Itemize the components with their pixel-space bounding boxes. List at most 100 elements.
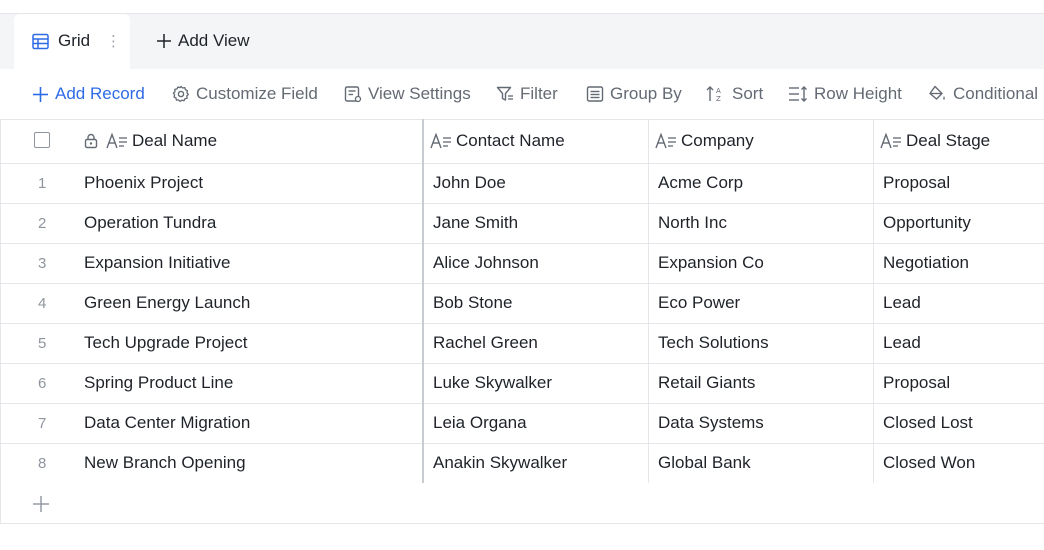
add-row-button[interactable] — [30, 493, 52, 515]
cell-deal-stage[interactable]: Closed Won — [883, 443, 975, 483]
grid-page: Grid ⋮ Add View Add Record Customize Fie — [0, 0, 1044, 550]
cell-contact-name[interactable]: Rachel Green — [433, 323, 538, 363]
column-header-label: Deal Name — [132, 131, 218, 150]
lock-icon — [84, 133, 98, 149]
cell-deal-stage[interactable]: Proposal — [883, 163, 950, 203]
cell-company[interactable]: Global Bank — [658, 443, 751, 483]
cell-deal-stage[interactable]: Proposal — [883, 363, 950, 403]
cell-contact-name[interactable]: Bob Stone — [433, 283, 512, 323]
tab-grid-view[interactable]: Grid ⋮ — [14, 14, 130, 69]
toolbar: Add Record Customize Field View Settings — [0, 69, 1044, 119]
row-divider — [0, 243, 1044, 244]
cell-company[interactable]: Data Systems — [658, 403, 764, 443]
row-number: 4 — [0, 283, 84, 323]
more-vertical-icon[interactable]: ⋮ — [106, 32, 121, 50]
row-height-icon — [789, 86, 807, 102]
cell-deal-name[interactable]: Expansion Initiative — [84, 243, 230, 283]
column-header-label: Deal Stage — [906, 131, 991, 150]
cell-company[interactable]: Tech Solutions — [658, 323, 769, 363]
cell-contact-name[interactable]: Jane Smith — [433, 203, 518, 243]
row-number-label: 7 — [38, 414, 47, 432]
plus-icon — [33, 86, 48, 102]
cell-company[interactable]: Retail Giants — [658, 363, 755, 403]
group-by-button[interactable]: Group By — [586, 83, 682, 105]
row-height-button[interactable]: Row Height — [788, 83, 902, 105]
text-field-icon — [655, 133, 676, 149]
sort-button[interactable]: A Z Sort — [706, 83, 763, 105]
row-divider — [0, 403, 1044, 404]
column-header-deal-stage[interactable]: Deal Stage — [880, 119, 990, 163]
row-number-label: 4 — [38, 294, 47, 312]
filter-button[interactable]: Filter — [496, 83, 558, 105]
cell-deal-name[interactable]: Data Center Migration — [84, 403, 250, 443]
plus-icon — [157, 34, 171, 48]
cell-deal-stage[interactable]: Negotiation — [883, 243, 969, 283]
grid-left-border — [0, 119, 1, 523]
cell-company[interactable]: Expansion Co — [658, 243, 764, 283]
cell-contact-name[interactable]: Luke Skywalker — [433, 363, 552, 403]
group-by-icon — [586, 86, 604, 102]
cell-company[interactable]: Eco Power — [658, 283, 740, 323]
view-settings-button[interactable]: View Settings — [344, 83, 471, 105]
add-record-button[interactable]: Add Record — [32, 83, 145, 105]
filter-icon — [496, 86, 513, 101]
gear-icon — [172, 85, 189, 103]
cell-company[interactable]: North Inc — [658, 203, 727, 243]
cell-deal-name[interactable]: Green Energy Launch — [84, 283, 250, 323]
text-field-icon — [880, 133, 901, 149]
view-settings-icon — [344, 86, 362, 103]
cell-deal-stage[interactable]: Lead — [883, 283, 921, 323]
add-view-button[interactable]: Add View — [156, 31, 250, 51]
column-header-label: Contact Name — [456, 131, 565, 150]
text-field-icon — [106, 133, 127, 149]
frozen-column-divider[interactable] — [422, 119, 424, 483]
sort-label: Sort — [732, 84, 764, 103]
column-divider — [648, 119, 649, 483]
row-number-label: 5 — [38, 334, 47, 352]
cell-deal-name[interactable]: Phoenix Project — [84, 163, 203, 203]
row-number: 5 — [0, 323, 84, 363]
row-number-label: 6 — [38, 374, 47, 392]
cell-deal-name[interactable]: Operation Tundra — [84, 203, 216, 243]
conditional-formatting-button[interactable]: Conditional — [928, 83, 1038, 105]
cell-contact-name[interactable]: John Doe — [433, 163, 506, 203]
svg-text:A: A — [716, 87, 721, 95]
plus-icon — [33, 496, 49, 512]
add-record-label: Add Record — [55, 84, 145, 103]
column-divider — [873, 119, 874, 483]
column-header-label: Company — [681, 131, 754, 150]
cell-deal-stage[interactable]: Opportunity — [883, 203, 971, 243]
select-all-checkbox[interactable] — [34, 132, 50, 148]
cell-contact-name[interactable]: Leia Organa — [433, 403, 527, 443]
cell-deal-stage[interactable]: Lead — [883, 323, 921, 363]
row-number: 2 — [0, 203, 84, 243]
text-field-icon — [430, 133, 451, 149]
row-number-label: 8 — [38, 454, 47, 472]
tab-grid-label: Grid — [58, 31, 91, 50]
svg-text:Z: Z — [716, 95, 721, 103]
row-number: 3 — [0, 243, 84, 283]
cell-deal-name[interactable]: Tech Upgrade Project — [84, 323, 247, 363]
customize-field-button[interactable]: Customize Field — [172, 83, 318, 105]
customize-field-label: Customize Field — [196, 84, 318, 103]
column-header-company[interactable]: Company — [655, 119, 754, 163]
row-divider — [0, 363, 1044, 364]
cell-deal-stage[interactable]: Closed Lost — [883, 403, 973, 443]
row-divider — [0, 443, 1044, 444]
grid-bottom-border — [0, 523, 1044, 524]
add-view-label: Add View — [178, 31, 250, 50]
row-number: 6 — [0, 363, 84, 403]
cell-deal-name[interactable]: New Branch Opening — [84, 443, 246, 483]
column-header-contact-name[interactable]: Contact Name — [430, 119, 565, 163]
row-divider — [0, 323, 1044, 324]
cell-company[interactable]: Acme Corp — [658, 163, 743, 203]
column-header-deal-name[interactable]: Deal Name — [84, 119, 217, 163]
cell-deal-name[interactable]: Spring Product Line — [84, 363, 233, 403]
view-settings-label: View Settings — [368, 84, 471, 103]
conditional-label: Conditional — [953, 84, 1039, 103]
cell-contact-name[interactable]: Anakin Skywalker — [433, 443, 567, 483]
view-tab-bar: Grid ⋮ Add View — [0, 14, 1044, 69]
cell-contact-name[interactable]: Alice Johnson — [433, 243, 539, 283]
grid-table-icon — [32, 33, 49, 50]
row-number: 7 — [0, 403, 84, 443]
